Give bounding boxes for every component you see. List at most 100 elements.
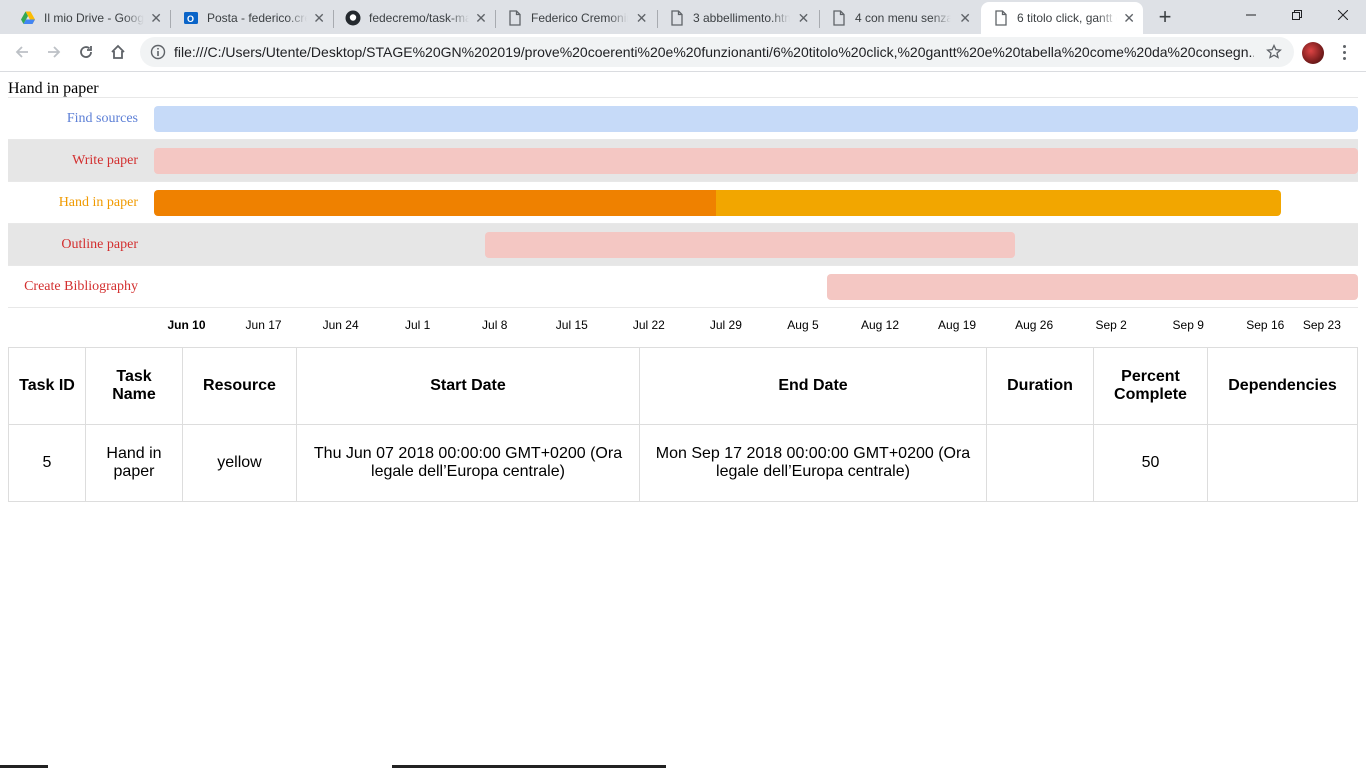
gantt-tick-label: Jul 1 bbox=[404, 318, 431, 332]
close-tab-icon[interactable]: ✕ bbox=[957, 10, 973, 26]
header-task-id: Task ID bbox=[8, 347, 86, 425]
tab-label: 3 abbellimento.html bbox=[693, 11, 791, 25]
document-icon bbox=[669, 10, 685, 26]
gantt-row: Create Bibliography bbox=[8, 265, 1358, 307]
browser-menu-icon[interactable] bbox=[1336, 40, 1352, 64]
url-text: file:///C:/Users/Utente/Desktop/STAGE%20… bbox=[174, 44, 1254, 60]
close-tab-icon[interactable]: ✕ bbox=[796, 10, 811, 26]
gantt-bar[interactable] bbox=[485, 232, 1015, 258]
cell-start-date: Thu Jun 07 2018 00:00:00 GMT+0200 (Ora l… bbox=[296, 424, 640, 502]
browser-toolbar: file:///C:/Users/Utente/Desktop/STAGE%20… bbox=[0, 34, 1366, 72]
gantt-tick-label: Aug 12 bbox=[860, 318, 900, 332]
browser-tab[interactable]: 6 titolo click, gantt e tabella ✕ bbox=[981, 2, 1143, 34]
cell-task-id: 5 bbox=[8, 424, 86, 502]
tab-label: 4 con menu senza bbox=[855, 11, 952, 25]
gantt-tick-label: Jun 17 bbox=[245, 318, 282, 332]
tab-label: 6 titolo click, gantt e tabella bbox=[1017, 11, 1117, 25]
gantt-tick-label: Jul 22 bbox=[632, 318, 665, 332]
google-drive-icon bbox=[20, 10, 36, 26]
close-tab-icon[interactable]: ✕ bbox=[313, 10, 325, 26]
gantt-bar[interactable] bbox=[154, 148, 1358, 174]
cell-end-date: Mon Sep 17 2018 00:00:00 GMT+0200 (Ora l… bbox=[639, 424, 987, 502]
header-dependencies: Dependencies bbox=[1207, 347, 1358, 425]
table-header-row: Task ID Task Name Resource Start Date En… bbox=[8, 347, 1358, 425]
restore-icon bbox=[1292, 10, 1302, 20]
gantt-row: Find sources bbox=[8, 97, 1358, 139]
gantt-tick-label: Jun 10 bbox=[167, 318, 206, 332]
gantt-tick-label: Aug 19 bbox=[938, 318, 977, 332]
gantt-bar[interactable] bbox=[154, 190, 717, 216]
close-tab-icon[interactable]: ✕ bbox=[634, 10, 649, 26]
gantt-bar[interactable] bbox=[154, 106, 1358, 132]
outlook-icon: O bbox=[183, 10, 199, 26]
gantt-task-label: Write paper bbox=[72, 153, 138, 168]
minimize-icon bbox=[1246, 14, 1256, 16]
header-resource: Resource bbox=[182, 347, 297, 425]
header-end-date: End Date bbox=[639, 347, 987, 425]
gantt-chart: Find sources Write paper Hand in paper Outl… bbox=[8, 97, 1358, 357]
browser-tab[interactable]: 4 con menu senza ✕ bbox=[819, 2, 981, 34]
gantt-tick-label: Jun 24 bbox=[322, 318, 359, 332]
browser-tab[interactable]: Il mio Drive - Google Drive ✕ bbox=[8, 2, 170, 34]
cell-duration bbox=[986, 424, 1094, 502]
home-button[interactable] bbox=[104, 38, 132, 66]
cell-resource: yellow bbox=[182, 424, 297, 502]
document-icon bbox=[507, 10, 523, 26]
table-row: 5 Hand in paper yellow Thu Jun 07 2018 0… bbox=[8, 424, 1358, 502]
minimize-button[interactable] bbox=[1228, 0, 1274, 30]
gantt-tick-label: Jul 15 bbox=[555, 318, 588, 332]
browser-tab[interactable]: 3 abbellimento.html ✕ bbox=[657, 2, 819, 34]
header-percent-complete: Percent Complete bbox=[1093, 347, 1208, 425]
arrow-right-icon bbox=[48, 46, 61, 58]
browser-tab[interactable]: fedecremo/task-manager ✕ bbox=[333, 2, 495, 34]
gantt-bar[interactable] bbox=[716, 190, 1281, 216]
browser-tab[interactable]: Federico Cremonini ✕ bbox=[495, 2, 657, 34]
gantt-tick-label: Sep 16 bbox=[1246, 318, 1285, 332]
page-title[interactable]: Hand in paper bbox=[8, 80, 99, 98]
gantt-tick-label: Sep 9 bbox=[1172, 318, 1204, 332]
header-start-date: Start Date bbox=[296, 347, 640, 425]
svg-text:O: O bbox=[187, 14, 194, 24]
restore-button[interactable] bbox=[1274, 0, 1320, 30]
browser-chrome: + file:///C:/Users/Utente/Desktop/STAGE%… bbox=[0, 0, 1366, 72]
close-icon bbox=[1338, 10, 1348, 20]
gantt-tick-label: Jul 29 bbox=[709, 318, 742, 332]
gantt-task-label: Hand in paper bbox=[58, 195, 138, 210]
browser-tab[interactable]: O Posta - federico.cremonini ✕ bbox=[171, 2, 333, 34]
info-icon[interactable] bbox=[150, 44, 166, 60]
gantt-row: Hand in paper bbox=[8, 181, 1358, 223]
gantt-task-label: Outline paper bbox=[61, 237, 138, 252]
tab-label: Federico Cremonini bbox=[531, 11, 629, 25]
close-tab-icon[interactable]: ✕ bbox=[475, 10, 487, 26]
bookmark-star-icon[interactable] bbox=[1266, 44, 1282, 60]
new-tab-button[interactable]: + bbox=[1151, 4, 1179, 32]
gantt-task-label: Find sources bbox=[66, 111, 138, 126]
gantt-tick-label: Aug 26 bbox=[1015, 318, 1054, 332]
gantt-task-label: Create Bibliography bbox=[24, 279, 138, 294]
reload-icon bbox=[80, 46, 92, 58]
gantt-bar[interactable] bbox=[827, 274, 1358, 300]
forward-button[interactable] bbox=[40, 38, 68, 66]
gantt-bottom-border bbox=[8, 307, 1358, 308]
tab-label: Il mio Drive - Google Drive bbox=[44, 11, 145, 25]
tab-label: fedecremo/task-manager bbox=[369, 11, 469, 25]
address-bar[interactable]: file:///C:/Users/Utente/Desktop/STAGE%20… bbox=[140, 37, 1294, 67]
reload-button[interactable] bbox=[72, 38, 100, 66]
gantt-tick-label: Sep 23 bbox=[1302, 318, 1341, 332]
cell-task-name: Hand in paper bbox=[85, 424, 183, 502]
document-icon bbox=[993, 10, 1009, 26]
back-button[interactable] bbox=[8, 38, 36, 66]
gantt-tick-label: Jul 8 bbox=[482, 318, 508, 332]
profile-avatar[interactable] bbox=[1302, 42, 1324, 64]
task-table: Task ID Task Name Resource Start Date En… bbox=[8, 347, 1358, 502]
github-icon bbox=[345, 10, 361, 26]
page-content: Hand in paper Find sources Write paper Han… bbox=[0, 72, 1366, 768]
cell-percent-complete: 50 bbox=[1093, 424, 1208, 502]
close-window-button[interactable] bbox=[1320, 0, 1366, 30]
gantt-tick-label: Sep 2 bbox=[1095, 318, 1127, 332]
gantt-row: Outline paper bbox=[8, 223, 1358, 265]
close-tab-icon[interactable]: ✕ bbox=[150, 10, 162, 26]
header-duration: Duration bbox=[986, 347, 1094, 425]
close-tab-icon[interactable]: ✕ bbox=[1123, 10, 1135, 26]
arrow-left-icon bbox=[15, 46, 28, 58]
